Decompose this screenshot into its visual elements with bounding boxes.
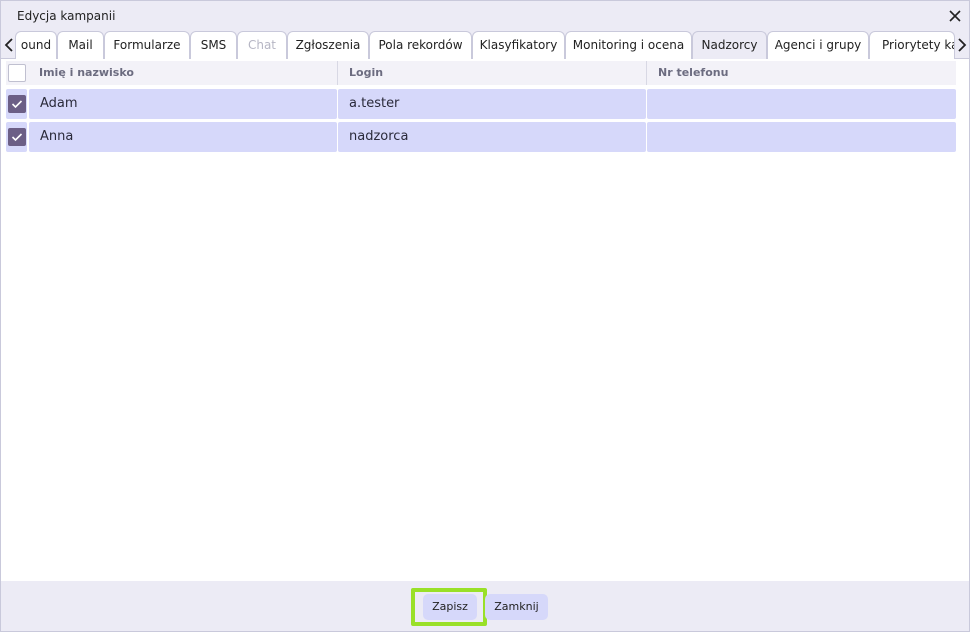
close-icon[interactable] [946,7,964,25]
campaign-edit-dialog: Edycja kampanii ound Mail Formularze SMS… [0,0,970,632]
tab-klasyfikatory[interactable]: Klasyfikatory [472,31,565,59]
tab-label: ound [20,38,52,52]
cell-login: a.tester [338,89,646,119]
dialog-footer: Zapisz Zamknij [1,581,969,631]
tab-strip: ound Mail Formularze SMS Chat Zgłoszenia… [1,31,969,59]
column-header-name[interactable]: Imię i nazwisko [39,66,134,79]
save-button[interactable]: Zapisz [423,594,477,620]
tab-label: Nadzorcy [701,38,758,52]
tab-priorytety[interactable]: Priorytety kar [869,31,955,59]
tab-label: Agenci i grupy [774,38,862,52]
row-checkbox[interactable] [8,95,26,113]
chevron-left-icon[interactable] [3,35,15,55]
tab-agenci-i-grupy[interactable]: Agenci i grupy [767,31,869,59]
table-row[interactable]: Adam a.tester [6,89,956,119]
cell-login: nadzorca [338,122,646,152]
table-row[interactable]: Anna nadzorca [6,122,956,152]
select-all-checkbox[interactable] [8,64,26,82]
title-bar: Edycja kampanii [1,1,969,31]
cell-name: Anna [29,122,337,152]
row-checkbox[interactable] [8,128,26,146]
tab-label: Priorytety kar [882,38,954,52]
column-header-phone[interactable]: Nr telefonu [658,66,728,79]
tab-monitoring[interactable]: Monitoring i ocena [565,31,692,59]
column-header-login[interactable]: Login [349,66,383,79]
tab-label: Formularze [113,38,181,52]
tab-sms[interactable]: SMS [190,31,237,59]
chevron-right-icon[interactable] [956,35,968,55]
column-divider [646,61,647,85]
tab-label: Chat [247,38,277,52]
tab-zgloszenia[interactable]: Zgłoszenia [287,31,369,59]
cell-phone [647,89,956,119]
column-divider [337,61,338,85]
row-checkbox-cell [6,89,27,119]
tab-pola-rekordow[interactable]: Pola rekordów [369,31,472,59]
cell-phone [647,122,956,152]
tab-label: Mail [68,38,93,52]
tab-formularze[interactable]: Formularze [104,31,190,59]
tab-nadzorcy[interactable]: Nadzorcy [692,31,767,59]
tab-mail[interactable]: Mail [57,31,104,59]
dialog-title: Edycja kampanii [17,9,116,23]
close-button[interactable]: Zamknij [485,594,548,620]
row-checkbox-cell [6,122,27,152]
tab-outbound[interactable]: ound [15,31,57,59]
table-header: Imię i nazwisko Login Nr telefonu [6,61,956,85]
tab-label: Klasyfikatory [479,38,558,52]
tab-label: Monitoring i ocena [572,38,685,52]
tab-label: Zgłoszenia [295,38,361,52]
tab-label: Pola rekordów [378,38,463,52]
cell-name: Adam [29,89,337,119]
tab-chat: Chat [237,31,287,59]
tab-label: SMS [200,38,227,52]
